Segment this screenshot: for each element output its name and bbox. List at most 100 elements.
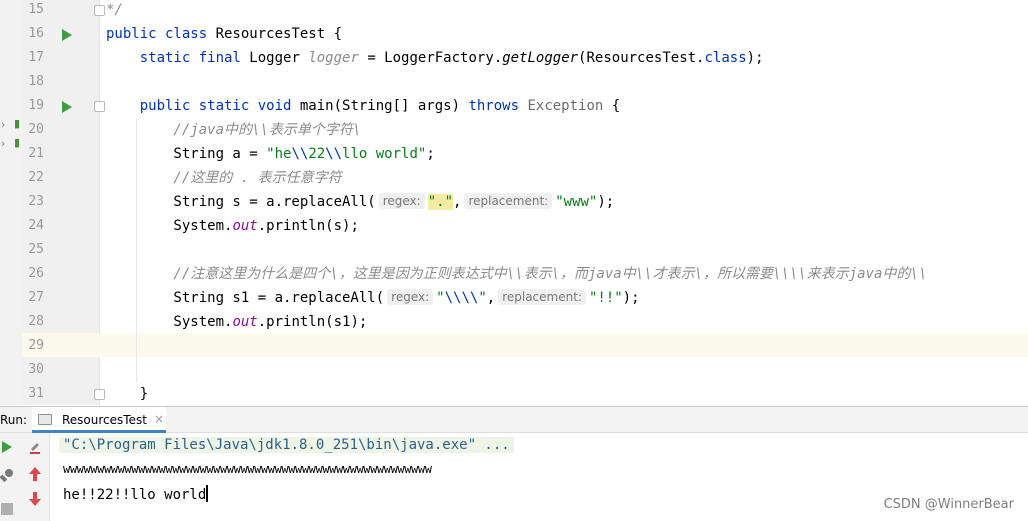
code-text: System.out.println(s1); <box>106 313 367 331</box>
run-tab-bar: Run: ResourcesTest × <box>0 406 1028 433</box>
run-gutter-icon[interactable] <box>62 29 72 41</box>
code-token: public class <box>106 26 216 42</box>
code-token: getLogger <box>502 50 579 66</box>
code-token: Logger <box>249 50 309 66</box>
code-line[interactable]: 23 String s = a.replaceAll(regex: ".", rep… <box>0 190 1028 214</box>
code-line[interactable]: 29 <box>0 334 1028 358</box>
code-line[interactable]: 26 //注意这里为什么是四个\，这里是因为正则表达式中\\表示\，而java中… <box>0 262 1028 286</box>
line-number: 29 <box>28 338 44 353</box>
wrench-icon[interactable] <box>0 467 14 483</box>
fold-icon[interactable] <box>94 389 105 400</box>
console-icon <box>38 414 52 425</box>
watermark: CSDN @WinnerBear <box>883 497 1014 512</box>
console-command-line: "C:\Program Files\Java\jdk1.8.0_251\bin\… <box>59 437 514 453</box>
line-number: 15 <box>28 2 44 17</box>
line-number: 24 <box>28 218 44 233</box>
parameter-hint: replacement: <box>498 289 586 305</box>
parameter-hint: replacement: <box>464 193 553 209</box>
fold-icon[interactable] <box>94 5 105 16</box>
code-text: //注意这里为什么是四个\，这里是因为正则表达式中\\表示\，而java中\\才… <box>106 265 927 283</box>
code-token: logger <box>308 50 359 66</box>
code-token: \\ <box>291 146 309 162</box>
code-text: static final Logger logger = LoggerFacto… <box>106 49 764 67</box>
code-line[interactable]: 18 <box>0 70 1028 94</box>
console-output[interactable]: "C:\Program Files\Java\jdk1.8.0_251\bin\… <box>50 433 1028 521</box>
run-tab-label: ResourcesTest <box>62 413 147 427</box>
code-line[interactable]: 25 <box>0 238 1028 262</box>
run-icon[interactable] <box>2 441 12 453</box>
code-token: , <box>486 290 496 306</box>
tab-resources-test[interactable]: ResourcesTest × <box>32 407 166 433</box>
code-token: public static void <box>106 98 300 114</box>
run-gutter-icon[interactable] <box>62 101 72 113</box>
code-line[interactable]: 30 <box>0 358 1028 382</box>
code-token: static final <box>106 50 250 66</box>
code-token: " <box>436 290 445 306</box>
code-line[interactable]: 16 public class ResourcesTest { <box>0 22 1028 46</box>
code-line[interactable]: 19 public static void main(String[] args… <box>0 94 1028 118</box>
code-line[interactable]: 17 static final Logger logger = LoggerFa… <box>0 46 1028 70</box>
line-number: 18 <box>28 74 44 89</box>
fold-icon[interactable] <box>94 101 105 112</box>
console-output-line: wwwwwwwwwwwwwwwwwwwwwwwwwwwwwwwwwwwwwwww… <box>63 462 432 476</box>
down-arrow-icon[interactable] <box>28 491 42 507</box>
parameter-hint: regex: <box>387 289 434 305</box>
code-token: String s1 = a.replaceAll( <box>106 290 385 306</box>
line-number: 30 <box>28 362 44 377</box>
code-token: //注意这里为什么是四个\，这里是因为正则表达式中\\表示\，而java中\\才… <box>106 266 928 282</box>
line-number: 20 <box>28 122 44 137</box>
code-line[interactable]: 31 } <box>0 382 1028 405</box>
console-output-line: he!!22!!llo world <box>63 485 209 503</box>
code-token: .println(s); <box>257 218 359 234</box>
code-token: = LoggerFactory. <box>358 50 503 66</box>
code-token: ResourcesTest { <box>215 26 343 42</box>
code-text: public class ResourcesTest { <box>106 25 342 43</box>
code-token: "he <box>266 146 292 162</box>
stop-icon[interactable] <box>1 503 13 515</box>
code-token: "www" <box>555 194 598 210</box>
run-toolbar <box>0 433 50 521</box>
code-line[interactable]: 22 //这里的 . 表示任意字符 <box>0 166 1028 190</box>
code-token: \\ <box>325 146 343 162</box>
code-text: String a = "he\\22\\llo world"; <box>106 145 435 163</box>
code-line[interactable]: 27 String s1 = a.replaceAll(regex: "\\\\"… <box>0 286 1028 310</box>
rerun-icon[interactable] <box>28 438 42 454</box>
line-number: 31 <box>28 386 44 401</box>
line-number: 22 <box>28 170 44 185</box>
code-token: String s = a.replaceAll( <box>106 194 376 210</box>
code-token: //java中的\\表示单个字符\ <box>106 122 362 138</box>
up-arrow-icon[interactable] <box>28 466 42 482</box>
code-token: ; <box>426 146 435 162</box>
code-editor[interactable]: › ▮ › ▮ 15 */16 public class ResourcesTest… <box>0 0 1028 405</box>
code-line[interactable]: 15 */ <box>0 0 1028 22</box>
close-icon[interactable]: × <box>154 412 164 426</box>
run-label: Run: <box>0 413 28 427</box>
code-line[interactable]: 21 String a = "he\\22\\llo world"; <box>0 142 1028 166</box>
line-number: 19 <box>28 98 44 113</box>
line-number: 26 <box>28 266 44 281</box>
code-line[interactable]: 28 System.out.println(s1); <box>0 310 1028 334</box>
code-line[interactable]: 20 //java中的\\表示单个字符\ <box>0 118 1028 142</box>
parameter-hint: regex: <box>378 193 425 209</box>
code-token: .println(s1); <box>257 314 368 330</box>
code-text: System.out.println(s); <box>106 217 359 235</box>
line-number: 27 <box>28 290 44 305</box>
code-token: "!!" <box>588 290 623 306</box>
code-token: Exception <box>527 98 604 114</box>
code-token: main(String[] args) <box>299 98 469 114</box>
code-token: { <box>603 98 621 114</box>
code-token: \\\\ <box>444 290 479 306</box>
code-token: String a = <box>106 146 267 162</box>
code-token: out <box>232 218 258 234</box>
code-token: throws <box>468 98 528 114</box>
code-token: , <box>453 194 462 210</box>
code-text: //java中的\\表示单个字符\ <box>106 121 361 139</box>
code-token: */ <box>106 2 123 18</box>
code-token: " <box>478 290 487 306</box>
code-token: System. <box>106 218 233 234</box>
code-line[interactable]: 24 System.out.println(s); <box>0 214 1028 238</box>
run-tool-window[interactable]: Run: ResourcesTest × "C:\Program Files\J… <box>0 406 1028 521</box>
line-number: 25 <box>28 242 44 257</box>
code-text: */ <box>106 1 123 19</box>
code-text: //这里的 . 表示任意字符 <box>106 169 341 187</box>
